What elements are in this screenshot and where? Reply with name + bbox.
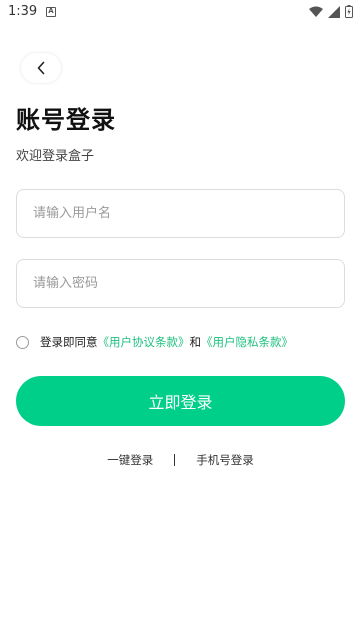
a-notification-icon: A <box>46 7 56 17</box>
wifi-icon <box>309 6 323 17</box>
page-subtitle: 欢迎登录盒子 <box>16 149 95 164</box>
alt-login-options: 一键登录 手机号登录 <box>0 452 361 468</box>
alt-login-divider <box>174 454 176 466</box>
privacy-policy-link[interactable]: 《用户隐私条款》 <box>201 334 293 350</box>
agreement-conjunction: 和 <box>189 335 202 349</box>
page-title: 账号登录 <box>16 106 116 134</box>
username-input[interactable] <box>17 190 344 237</box>
chevron-left-icon <box>37 61 45 75</box>
status-icons <box>309 5 353 18</box>
status-time: 1:39 <box>8 4 38 19</box>
signal-icon <box>328 5 340 18</box>
password-input[interactable] <box>17 260 344 307</box>
agreement-row: 登录即同意 《用户协议条款》 和 《用户隐私条款》 <box>16 334 293 350</box>
back-button[interactable] <box>21 53 61 83</box>
username-field[interactable] <box>16 189 345 238</box>
agreement-prefix: 登录即同意 <box>40 335 98 349</box>
status-bar: 1:39 A <box>0 0 361 26</box>
user-agreement-link[interactable]: 《用户协议条款》 <box>98 334 190 350</box>
login-button[interactable]: 立即登录 <box>16 376 345 426</box>
one-click-login-link[interactable]: 一键登录 <box>107 452 153 468</box>
agree-checkbox[interactable] <box>16 335 29 349</box>
password-field[interactable] <box>16 259 345 308</box>
phone-login-link[interactable]: 手机号登录 <box>196 452 254 468</box>
battery-charging-icon <box>345 5 353 18</box>
